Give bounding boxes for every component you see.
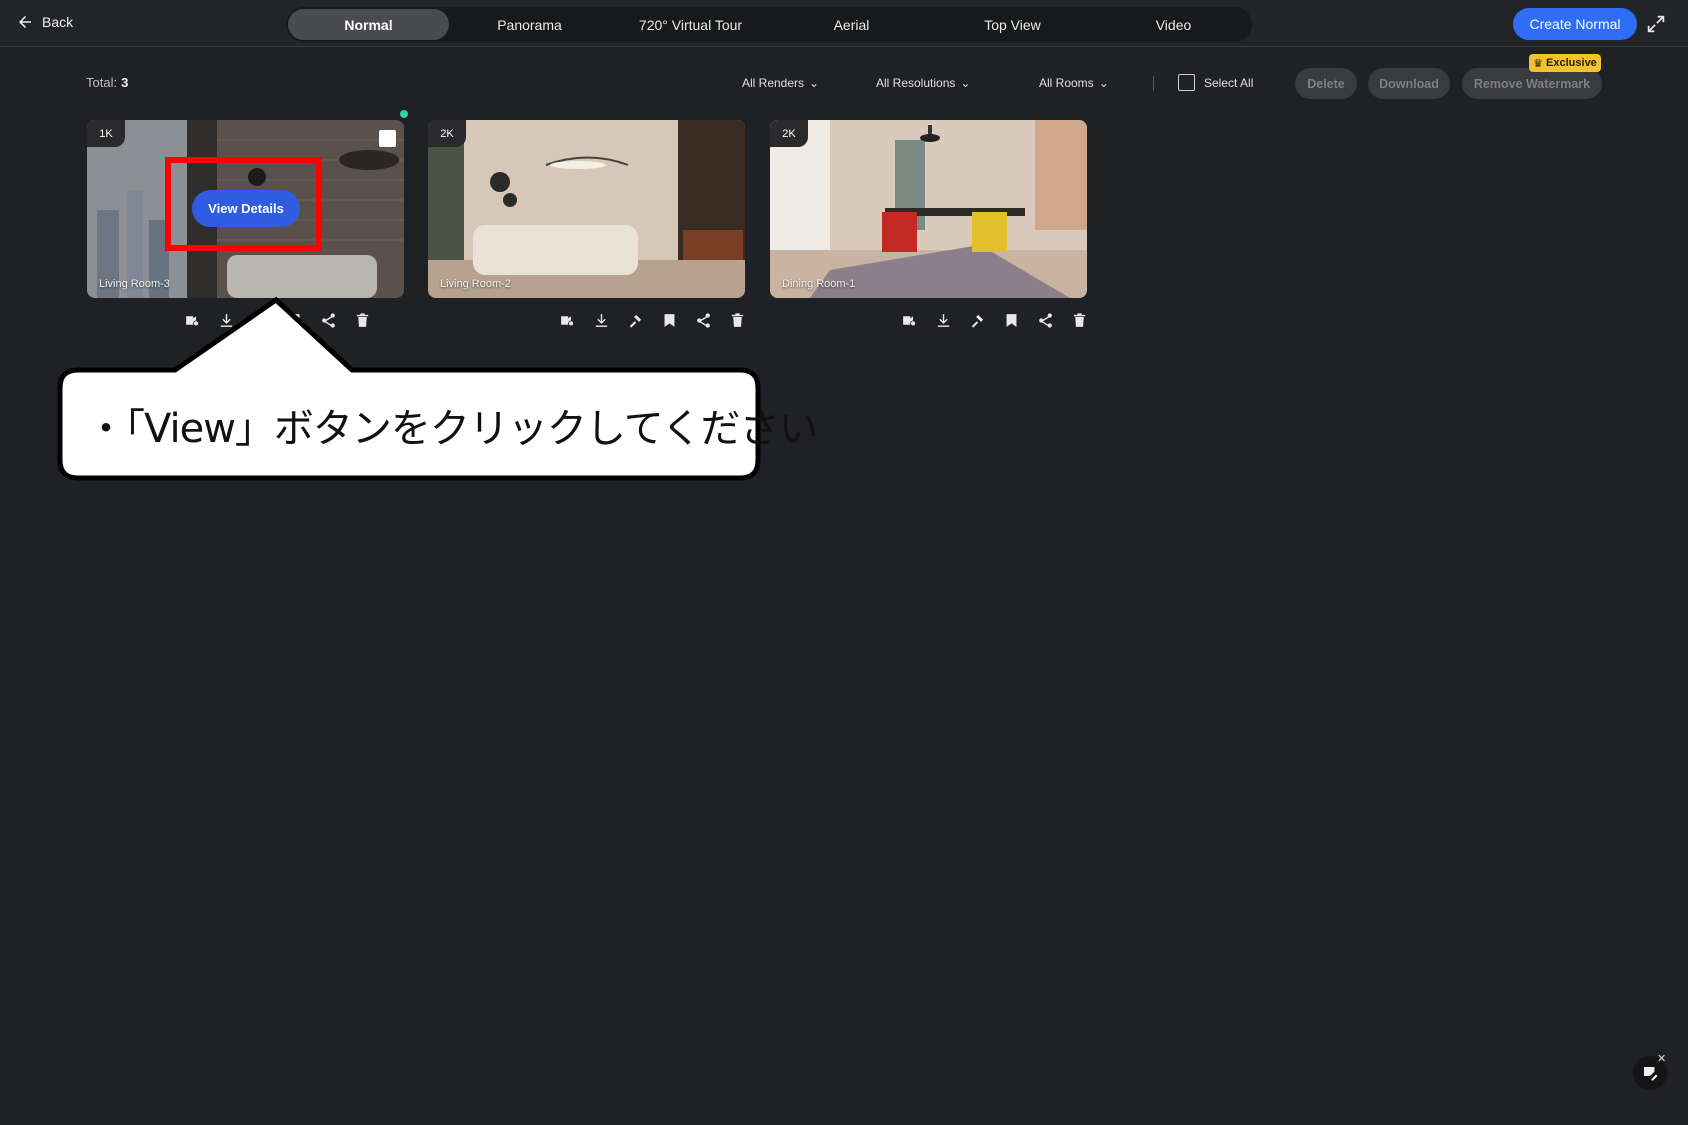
bookmark-icon[interactable]: [1002, 311, 1021, 330]
filter-rooms-dropdown[interactable]: All Rooms ⌄: [1039, 76, 1109, 90]
chevron-down-icon: ⌄: [960, 76, 971, 90]
divider: [1153, 76, 1154, 91]
select-all-checkbox[interactable]: Select All: [1178, 74, 1253, 91]
crown-icon: ♛: [1533, 57, 1544, 70]
exclusive-badge: ♛ Exclusive: [1529, 54, 1601, 72]
card-3-actions: [900, 311, 1089, 330]
remove-watermark-button[interactable]: Remove Watermark: [1462, 68, 1602, 99]
render-thumbnail: [770, 120, 1087, 298]
download-button[interactable]: Download: [1368, 68, 1450, 99]
checkbox-box: [1178, 74, 1195, 91]
room-label: Dining Room-1: [782, 278, 856, 290]
camera-render-icon[interactable]: [900, 311, 919, 330]
filter-resolutions-label: All Resolutions: [876, 76, 956, 90]
edit-note-icon: [1644, 1067, 1658, 1081]
chevron-down-icon: ⌄: [809, 76, 820, 90]
share-icon[interactable]: [1036, 311, 1055, 330]
close-icon[interactable]: ✕: [1657, 1052, 1666, 1065]
fullscreen-icon[interactable]: [1645, 13, 1667, 35]
create-normal-button[interactable]: Create Normal: [1513, 8, 1637, 40]
filter-resolutions-dropdown[interactable]: All Resolutions ⌄: [876, 76, 970, 90]
tab-video[interactable]: Video: [1093, 9, 1254, 40]
tab-aerial[interactable]: Aerial: [771, 9, 932, 40]
trash-icon[interactable]: [1070, 311, 1089, 330]
edit-tool-icon[interactable]: [968, 311, 987, 330]
select-all-label: Select All: [1204, 75, 1254, 90]
chevron-down-icon: ⌄: [1098, 76, 1109, 90]
callout-instruction: ・「View」ボタンをクリックしてください: [86, 406, 819, 452]
tab-top-view[interactable]: Top View: [932, 9, 1093, 40]
delete-button[interactable]: Delete: [1295, 68, 1357, 99]
download-icon[interactable]: [934, 311, 953, 330]
render-card-dining-room-1[interactable]: 2K Dining Room-1: [770, 120, 1087, 298]
exclusive-label: Exclusive: [1546, 57, 1597, 69]
filter-rooms-label: All Rooms: [1039, 76, 1094, 90]
